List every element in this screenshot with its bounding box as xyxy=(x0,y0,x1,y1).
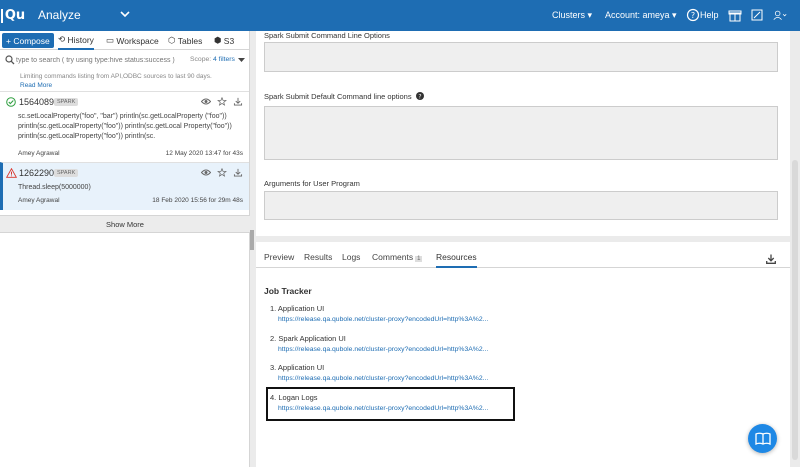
help-icon[interactable]: ? xyxy=(415,92,424,100)
command-id: 1564089 xyxy=(19,97,55,107)
command-type-badge: SPARK xyxy=(54,98,79,106)
job-name: 2. Spark Application UI xyxy=(270,334,346,343)
svg-text:?: ? xyxy=(691,11,695,20)
qubole-logo[interactable]: Qu xyxy=(0,0,26,31)
top-navbar: Qu Analyze Clusters ▾ Account: ameya ▾ ?… xyxy=(0,0,800,31)
job-link[interactable]: https://release.qa.qubole.net/cluster-pr… xyxy=(278,346,520,353)
show-more-button[interactable]: Show More xyxy=(0,215,250,233)
command-detail-panel: Spark Submit Command Line Options Spark … xyxy=(256,31,790,467)
docs-book-button[interactable] xyxy=(748,424,777,453)
command-item-selected[interactable]: 1262290 SPARK Thread.sleep(5000000) Amey… xyxy=(0,162,249,210)
tab-history[interactable]: ⟲ History xyxy=(58,31,94,50)
scope-filters-link[interactable]: 4 filters xyxy=(213,56,235,63)
user-icon[interactable] xyxy=(773,8,787,22)
download-icon[interactable] xyxy=(233,168,243,177)
search-icon xyxy=(5,55,15,65)
clusters-menu[interactable]: Clusters ▾ xyxy=(552,10,592,21)
app-title[interactable]: Analyze xyxy=(38,8,81,22)
job-tracker-item: 1. Application UI https://release.qa.qub… xyxy=(270,304,520,323)
tab-tables[interactable]: ⬡ Tables xyxy=(168,31,202,50)
command-time: 18 Feb 2020 15:56 for 29m 48s xyxy=(152,197,243,204)
tab-preview[interactable]: Preview xyxy=(264,252,294,268)
tab-s3[interactable]: ⬢ S3 xyxy=(214,31,234,50)
warning-icon xyxy=(6,168,17,178)
folder-icon: ▭ xyxy=(106,35,117,45)
caret-down-icon[interactable] xyxy=(238,57,245,63)
spark-submit-options-field[interactable] xyxy=(264,42,778,72)
job-name: 3. Application UI xyxy=(270,363,325,372)
panel-resize-handle[interactable] xyxy=(250,230,254,250)
tables-icon: ⬡ xyxy=(168,35,178,45)
spark-default-options-label: Spark Submit Default Command line option… xyxy=(264,92,424,101)
eye-icon[interactable] xyxy=(201,97,211,106)
spark-submit-options-label: Spark Submit Command Line Options xyxy=(264,31,390,40)
s3-icon: ⬢ xyxy=(214,35,224,45)
success-check-icon xyxy=(6,97,16,107)
command-user: Amey Agrawal xyxy=(18,150,60,157)
scrollbar[interactable] xyxy=(792,160,798,460)
read-more-link[interactable]: Read More xyxy=(20,82,52,89)
tab-workspace[interactable]: ▭ Workspace xyxy=(106,31,159,50)
job-tracker-item: 3. Application UI https://release.qa.qub… xyxy=(270,363,520,382)
star-icon[interactable] xyxy=(217,168,227,177)
tab-comments[interactable]: Comments 1 xyxy=(372,252,423,268)
section-divider xyxy=(256,236,790,242)
command-query-text: Thread.sleep(5000000) xyxy=(18,184,91,191)
result-tabs: Preview Results Logs Comments 1 Resources xyxy=(256,250,790,268)
search-row: Scope: 4 filters xyxy=(0,53,250,67)
svg-text:?: ? xyxy=(418,93,421,100)
command-time: 12 May 2020 13:47 for 43s xyxy=(165,150,243,157)
command-user: Amey Agrawal xyxy=(18,197,60,204)
user-program-args-label: Arguments for User Program xyxy=(264,179,360,188)
left-tabs: + Compose ⟲ History ▭ Workspace ⬡ Tables… xyxy=(0,31,250,50)
tab-logs[interactable]: Logs xyxy=(342,252,360,268)
download-icon[interactable] xyxy=(766,254,776,264)
tab-resources[interactable]: Resources xyxy=(436,252,477,268)
search-input[interactable] xyxy=(16,55,176,66)
account-menu[interactable]: Account: ameya ▾ xyxy=(605,10,677,21)
command-item[interactable]: 1564089 SPARK sc.setLocalProperty("foo",… xyxy=(0,91,249,162)
comments-count-badge: 1 xyxy=(415,256,423,262)
limit-notice: Limiting commands listing from API,ODBC … xyxy=(20,73,212,89)
job-tracker-heading: Job Tracker xyxy=(264,286,312,296)
download-icon[interactable] xyxy=(233,97,243,106)
tab-results[interactable]: Results xyxy=(304,252,332,268)
star-icon[interactable] xyxy=(217,97,227,106)
highlight-box xyxy=(266,387,515,421)
job-tracker-item: 2. Spark Application UI https://release.… xyxy=(270,334,520,353)
job-link[interactable]: https://release.qa.qubole.net/cluster-pr… xyxy=(278,316,520,323)
job-name: 1. Application UI xyxy=(270,304,325,313)
command-history-panel: + Compose ⟲ History ▭ Workspace ⬡ Tables… xyxy=(0,31,250,467)
command-query-text: sc.setLocalProperty("foo", "bar") printl… xyxy=(18,113,232,140)
compose-button[interactable]: + Compose xyxy=(2,33,54,48)
command-id: 1262290 xyxy=(19,168,55,178)
help-icon[interactable]: ? xyxy=(686,8,700,22)
eye-icon[interactable] xyxy=(201,168,211,177)
user-program-args-field[interactable] xyxy=(264,191,778,220)
book-icon xyxy=(754,432,771,445)
history-icon: ⟲ xyxy=(58,34,68,44)
scope-label: Scope: xyxy=(190,56,212,63)
spark-default-options-field[interactable] xyxy=(264,106,778,160)
feedback-icon[interactable] xyxy=(750,8,764,22)
job-link[interactable]: https://release.qa.qubole.net/cluster-pr… xyxy=(278,375,520,382)
command-type-badge: SPARK xyxy=(54,169,79,177)
chevron-down-icon[interactable] xyxy=(120,8,130,20)
help-link[interactable]: Help xyxy=(700,10,719,20)
gift-icon[interactable] xyxy=(728,8,742,22)
